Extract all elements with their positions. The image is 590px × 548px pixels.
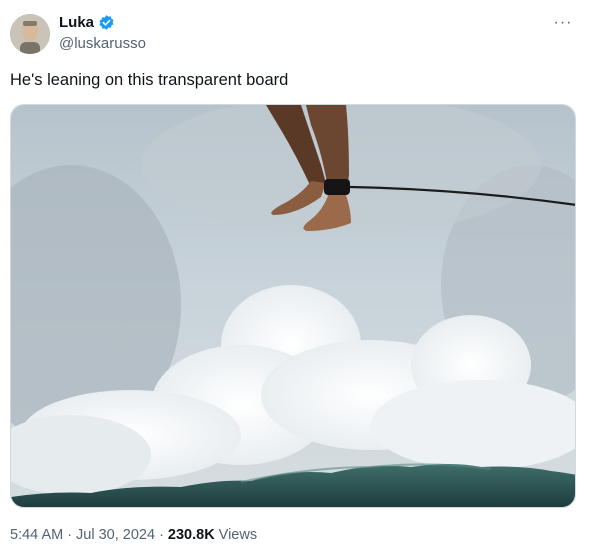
- author-name-row[interactable]: Luka: [59, 14, 115, 31]
- views-count[interactable]: 230.8K: [168, 527, 215, 543]
- meta-separator: ·: [159, 527, 164, 543]
- avatar-image: [10, 14, 50, 54]
- tweet-time[interactable]: 5:44 AM: [10, 527, 63, 543]
- tweet-date[interactable]: Jul 30, 2024: [76, 527, 155, 543]
- author-handle[interactable]: @luskarusso: [59, 35, 146, 52]
- tweet: Luka @luskarusso ··· He's leaning on thi…: [0, 0, 590, 548]
- tweet-media-photo[interactable]: [10, 104, 576, 508]
- photo-surfer-legs-icon: [11, 105, 575, 507]
- views-label[interactable]: Views: [219, 527, 257, 543]
- tweet-meta: 5:44 AM · Jul 30, 2024 · 230.8K Views: [10, 527, 257, 543]
- author-name[interactable]: Luka: [59, 14, 94, 31]
- more-options-icon[interactable]: ···: [552, 14, 574, 32]
- tweet-text: He's leaning on this transparent board: [10, 71, 289, 89]
- meta-separator: ·: [67, 527, 73, 543]
- verified-badge-icon[interactable]: [98, 14, 115, 31]
- avatar[interactable]: [10, 14, 50, 54]
